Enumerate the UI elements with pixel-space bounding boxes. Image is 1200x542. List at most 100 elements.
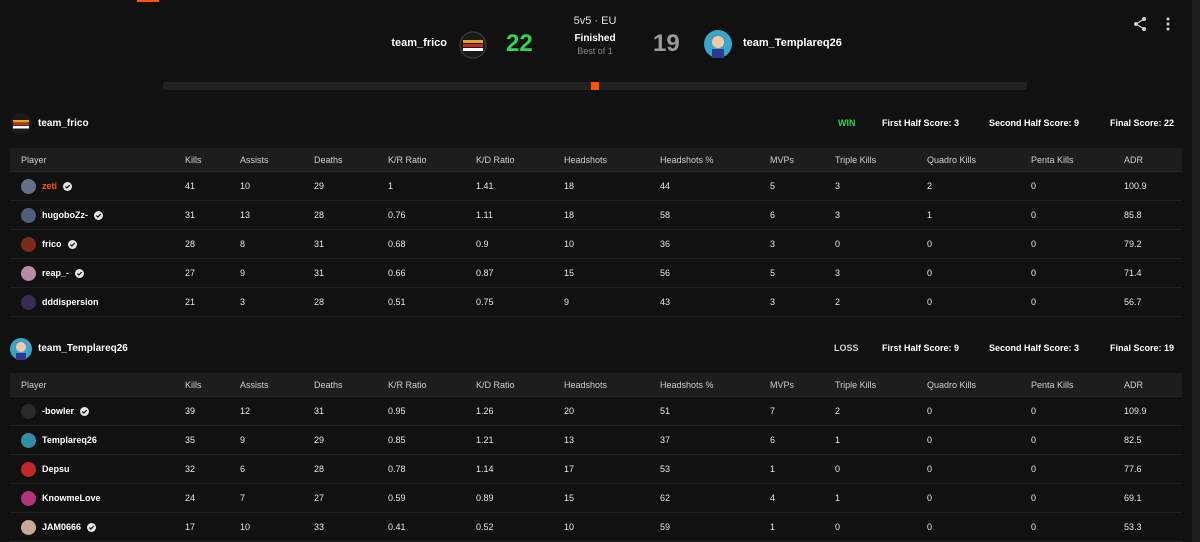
player-name[interactable]: Templareq26	[42, 435, 97, 445]
match-mode: 5v5 · EU	[573, 15, 617, 27]
cell-mvps: 3	[770, 229, 835, 259]
cell-adr: 71.4	[1124, 258, 1182, 288]
avatar[interactable]	[21, 236, 36, 252]
table-row[interactable]: JAM0666 17 10 33 0.41 0.52 10 59 1 0 0 0 53.3	[10, 512, 1182, 542]
cell-penta-kills: 0	[1031, 200, 1124, 230]
cell-deaths: 29	[314, 425, 388, 455]
player-name[interactable]: frico	[42, 239, 62, 249]
cell-deaths: 28	[314, 287, 388, 317]
verified-icon	[63, 181, 73, 191]
player-name[interactable]: zeti	[42, 181, 57, 191]
verified-icon	[87, 522, 97, 532]
player-name[interactable]: reap_-	[42, 268, 69, 278]
column-header-deaths: Deaths	[314, 148, 388, 172]
cell-kr-ratio: 0.59	[388, 483, 476, 513]
column-header-quadro-kills: Quadro Kills	[927, 148, 1031, 172]
avatar[interactable]	[21, 490, 36, 506]
team-right-name[interactable]: team_Templareq26	[743, 37, 842, 49]
column-header-assists: Assists	[240, 373, 314, 397]
avatar[interactable]	[21, 178, 36, 194]
player-name[interactable]: dddispersion	[42, 297, 99, 307]
avatar[interactable]	[21, 294, 36, 310]
cell-triple-kills: 2	[835, 396, 927, 426]
cell-mvps: 6	[770, 200, 835, 230]
table-row[interactable]: KnowmeLove 24 7 27 0.59 0.89 15 62 4 1 0 0 69.1	[10, 483, 1182, 513]
table-row[interactable]: Templareq26 35 9 29 0.85 1.21 13 37 6 1 0 0 82.5	[10, 425, 1182, 455]
cell-quadro-kills: 2	[927, 171, 1031, 201]
cell-headshots-pct: 56	[660, 258, 770, 288]
cell-penta-kills: 0	[1031, 512, 1124, 542]
page-scrollbar[interactable]	[1192, 0, 1200, 542]
final-score: Final Score: 19	[1110, 343, 1175, 353]
cell-assists: 10	[240, 512, 314, 542]
verified-icon	[93, 210, 103, 220]
cell-deaths: 29	[314, 171, 388, 201]
cell-mvps: 7	[770, 396, 835, 426]
cell-deaths: 31	[314, 229, 388, 259]
table-header-row: Player Kills Assists Deaths K/R Ratio K/D Rat…	[10, 148, 1182, 172]
player-cell: zeti	[10, 171, 185, 201]
player-name[interactable]: -bowler	[42, 406, 74, 416]
cell-headshots-pct: 44	[660, 171, 770, 201]
cell-quadro-kills: 0	[927, 425, 1031, 455]
cell-triple-kills: 2	[835, 287, 927, 317]
player-cell: KnowmeLove	[10, 483, 185, 513]
player-name[interactable]: hugoboZz-	[42, 210, 88, 220]
player-cell: Depsu	[10, 454, 185, 484]
player-cell: frico	[10, 229, 185, 259]
table-row[interactable]: frico 28 8 31 0.68 0.9 10 36 3 0 0 0 79.2	[10, 229, 1182, 259]
cell-adr: 85.8	[1124, 200, 1182, 230]
team-stats-table: Player Kills Assists Deaths K/R Ratio K/D Rat…	[10, 148, 1182, 317]
cell-assists: 10	[240, 171, 314, 201]
player-name[interactable]: Depsu	[42, 464, 70, 474]
cell-quadro-kills: 1	[927, 200, 1031, 230]
cell-assists: 12	[240, 396, 314, 426]
table-row[interactable]: reap_- 27 9 31 0.66 0.87 15 56 5 3 0 0 71.4	[10, 258, 1182, 288]
cell-kr-ratio: 0.76	[388, 200, 476, 230]
cell-kills: 31	[185, 200, 240, 230]
column-header-kr-ratio: K/R Ratio	[388, 148, 476, 172]
avatar[interactable]	[21, 207, 36, 223]
column-header-kills: Kills	[185, 148, 240, 172]
cell-kd-ratio: 0.52	[476, 512, 564, 542]
player-name[interactable]: KnowmeLove	[42, 493, 101, 503]
team-left-avatar[interactable]	[459, 31, 487, 59]
team-name[interactable]: team_frico	[38, 118, 89, 129]
cell-assists: 13	[240, 200, 314, 230]
table-row[interactable]: hugoboZz- 31 13 28 0.76 1.11 18 58 6 3 1 0 85.8	[10, 200, 1182, 230]
cell-penta-kills: 0	[1031, 171, 1124, 201]
table-row[interactable]: Depsu 32 6 28 0.78 1.14 17 53 1 0 0 0 77.6	[10, 454, 1182, 484]
table-header-row: Player Kills Assists Deaths K/R Ratio K/D Rat…	[10, 373, 1182, 397]
cell-kills: 24	[185, 483, 240, 513]
cell-headshots-pct: 62	[660, 483, 770, 513]
cell-mvps: 1	[770, 512, 835, 542]
table-row[interactable]: -bowler 39 12 31 0.95 1.26 20 51 7 2 0 0 109.9	[10, 396, 1182, 426]
cell-kills: 32	[185, 454, 240, 484]
team-right-avatar[interactable]	[704, 30, 732, 58]
cell-quadro-kills: 0	[927, 258, 1031, 288]
avatar[interactable]	[21, 519, 36, 535]
cell-kd-ratio: 1.26	[476, 396, 564, 426]
avatar[interactable]	[21, 265, 36, 281]
verified-icon	[67, 239, 77, 249]
team-avatar	[10, 113, 32, 135]
avatar[interactable]	[21, 461, 36, 477]
team-left-name[interactable]: team_frico	[391, 37, 447, 49]
avatar[interactable]	[21, 403, 36, 419]
cell-headshots-pct: 53	[660, 454, 770, 484]
more-vertical-icon[interactable]	[1163, 16, 1173, 32]
table-row[interactable]: dddispersion 21 3 28 0.51 0.75 9 43 3 2 0 0 56.7	[10, 287, 1182, 317]
share-icon[interactable]	[1132, 16, 1148, 32]
column-header-headshots-pct: Headshots %	[660, 148, 770, 172]
cell-headshots: 20	[564, 396, 660, 426]
team-name[interactable]: team_Templareq26	[38, 343, 128, 354]
player-name[interactable]: JAM0666	[42, 522, 81, 532]
cell-deaths: 31	[314, 258, 388, 288]
table-row[interactable]: zeti 41 10 29 1 1.41 18 44 5 3 2 0 100.9	[10, 171, 1182, 201]
cell-headshots-pct: 43	[660, 287, 770, 317]
cell-adr: 69.1	[1124, 483, 1182, 513]
cell-quadro-kills: 0	[927, 229, 1031, 259]
avatar[interactable]	[21, 432, 36, 448]
column-header-penta-kills: Penta Kills	[1031, 373, 1124, 397]
final-score: Final Score: 22	[1110, 118, 1175, 128]
